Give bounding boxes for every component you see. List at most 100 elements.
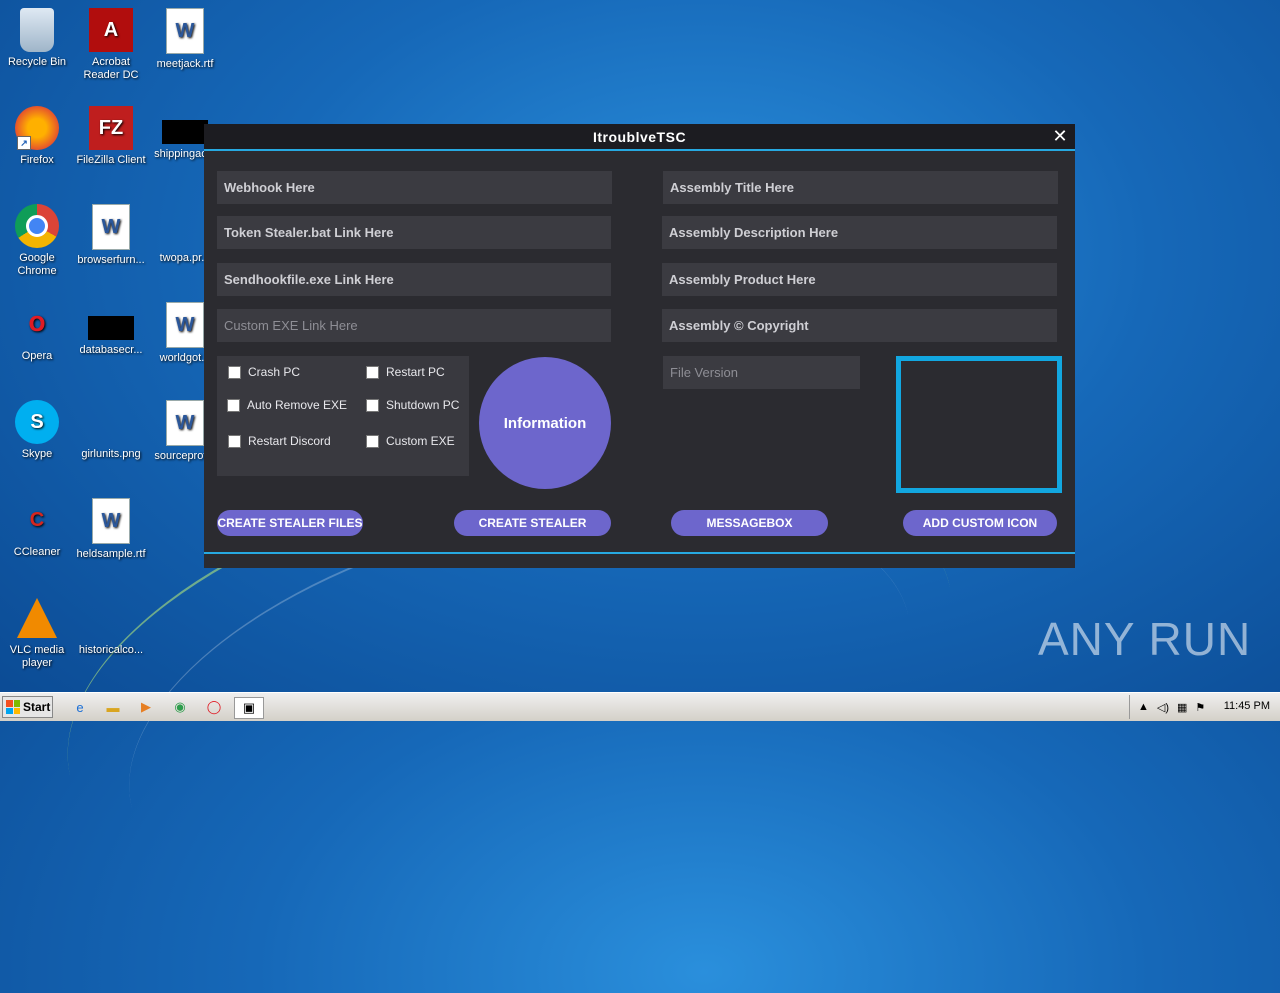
desktop-icon-label: databasecr... [79,344,143,356]
taskbar: Start e ▬ ▶ ◉ ◯ ▣ ▲ ◁) ▦ ⚑ 11:45 PM [0,692,1280,721]
checkbox-square[interactable] [366,434,379,448]
clock[interactable]: 11:45 PM [1224,700,1270,712]
crash-pc-checkbox[interactable]: Crash PC [228,365,300,379]
desktop-icon-databasecr[interactable]: databasecr... [74,302,148,357]
word-document-icon: W [92,204,130,250]
chrome-taskbar-icon[interactable]: ◉ [170,697,190,717]
custom-exe-input[interactable]: Custom EXE Link Here [217,309,611,342]
checkbox-label: Auto Remove EXE [247,398,348,412]
checkbox-label: Crash PC [248,365,301,379]
internet-explorer-icon[interactable]: e [70,697,90,717]
checkbox-square[interactable] [228,434,241,448]
file-version-input[interactable]: File Version [663,356,860,389]
desktop-icon-label: VLC media player [9,644,65,669]
start-label: Start [23,700,51,714]
chrome-icon [15,204,59,248]
desktop-icon-filezilla[interactable]: FZ FileZilla Client [74,106,148,167]
desktop-icon-meetjack[interactable]: W meetjack.rtf [148,8,222,71]
desktop-icon-label: twopa.pr... [159,252,211,264]
desktop-icon-label: meetjack.rtf [156,58,214,70]
word-document-icon: W [92,498,130,544]
file-icon [163,204,207,248]
desktop-icon-historicalco[interactable]: historicalco... [74,596,148,657]
desktop-icon-label: Google Chrome [17,252,57,277]
opera-icon: O [28,311,46,336]
restart-discord-checkbox[interactable]: Restart Discord [228,434,331,448]
desktop-icon-firefox[interactable]: ↗ Firefox [0,106,74,167]
assembly-product-input[interactable]: Assembly Product Here [662,263,1057,296]
desktop-icon-label: Recycle Bin [7,56,67,68]
checkbox-square[interactable] [366,398,379,412]
media-player-icon[interactable]: ▶ [136,697,156,717]
title-bar[interactable]: ItroublveTSC ✕ [204,124,1075,151]
desktop-icon-ccleaner[interactable]: C CCleaner [0,498,74,559]
vlc-icon [15,596,59,640]
webhook-input[interactable]: Webhook Here [217,171,612,204]
firefox-icon: ↗ [15,106,59,150]
checkbox-label: Restart Discord [248,434,331,448]
checkbox-label: Restart PC [386,365,445,379]
desktop-icon-label: CCleaner [13,546,61,558]
desktop-icon-chrome[interactable]: Google Chrome [0,204,74,278]
shutdown-pc-checkbox[interactable]: Shutdown PC [366,398,459,412]
start-button[interactable]: Start [2,696,53,718]
sendhook-input[interactable]: Sendhookfile.exe Link Here [217,263,611,296]
desktop-icon-label: girlunits.png [81,448,141,460]
create-stealer-button[interactable]: CREATE STEALER [454,510,611,536]
file-icon [89,596,133,640]
assembly-copyright-input[interactable]: Assembly © Copyright [662,309,1057,342]
desktop-icon-heldsample[interactable]: W heldsample.rtf [74,498,148,561]
desktop-icon-acrobat[interactable]: A Acrobat Reader DC [74,8,148,82]
redacted-file-icon [162,120,208,144]
create-stealer-files-button[interactable]: CREATE STEALER FILES [217,510,363,536]
anyrun-watermark: ANY RUN [1038,612,1251,666]
checkbox-label: Custom EXE [386,434,455,448]
acrobat-icon: A [89,8,133,52]
checkbox-square[interactable] [366,365,379,379]
redacted-file-icon [88,316,134,340]
auto-remove-exe-checkbox[interactable]: Auto Remove EXE [227,398,347,412]
desktop-icon-label: Firefox [20,154,54,166]
add-custom-icon-button[interactable]: ADD CUSTOM ICON [903,510,1057,536]
desktop-icon-vlc[interactable]: VLC media player [0,596,74,670]
word-document-icon: W [166,8,204,54]
watermark-text: ANY RUN [1038,613,1252,665]
speaker-icon[interactable]: ◁) [1157,701,1169,714]
information-button[interactable]: Information [479,357,611,489]
tray-expand-icon[interactable]: ▲ [1138,701,1149,713]
app-window: ItroublveTSC ✕ Webhook Here Token Steale… [204,124,1075,568]
close-icon[interactable]: ✕ [1051,126,1069,147]
bottom-accent-line [204,552,1075,554]
filezilla-icon: FZ [89,106,133,150]
word-document-icon: W [166,400,204,446]
desktop-icon-label: Opera [21,350,53,362]
custom-exe-checkbox[interactable]: Custom EXE [366,434,455,448]
desktop-icon-recycle-bin[interactable]: Recycle Bin [0,8,74,69]
flag-tray-icon[interactable]: ⚑ [1195,701,1205,714]
restart-pc-checkbox[interactable]: Restart PC [366,365,445,379]
desktop-icon-opera[interactable]: O Opera [0,302,74,363]
image-file-icon [89,400,133,444]
skype-icon: S [15,400,59,444]
checkbox-square[interactable] [227,398,240,412]
folder-icon[interactable]: ▬ [103,697,123,717]
desktop-icon-label: Acrobat Reader DC [83,56,139,81]
windows-logo-icon [6,700,20,714]
token-stealer-input[interactable]: Token Stealer.bat Link Here [217,216,611,249]
ccleaner-icon: C [29,508,45,531]
assembly-description-input[interactable]: Assembly Description Here [662,216,1057,249]
assembly-title-input[interactable]: Assembly Title Here [663,171,1058,204]
messagebox-button[interactable]: MESSAGEBOX [671,510,828,536]
desktop-icon-label: heldsample.rtf [76,548,146,560]
network-icon[interactable]: ▦ [1177,701,1187,714]
desktop-icon-label: worldgot... [159,352,211,364]
desktop-icon-skype[interactable]: S Skype [0,400,74,461]
app-taskbar-icon[interactable]: ▣ [234,697,264,719]
opera-taskbar-icon[interactable]: ◯ [204,697,224,717]
desktop-icon-label: browserfurn... [77,254,145,266]
word-document-icon: W [166,302,204,348]
checkbox-square[interactable] [228,365,241,379]
desktop-icon-label: Skype [21,448,53,460]
desktop-icon-browserfurn[interactable]: W browserfurn... [74,204,148,267]
desktop-icon-girlunits[interactable]: girlunits.png [74,400,148,461]
